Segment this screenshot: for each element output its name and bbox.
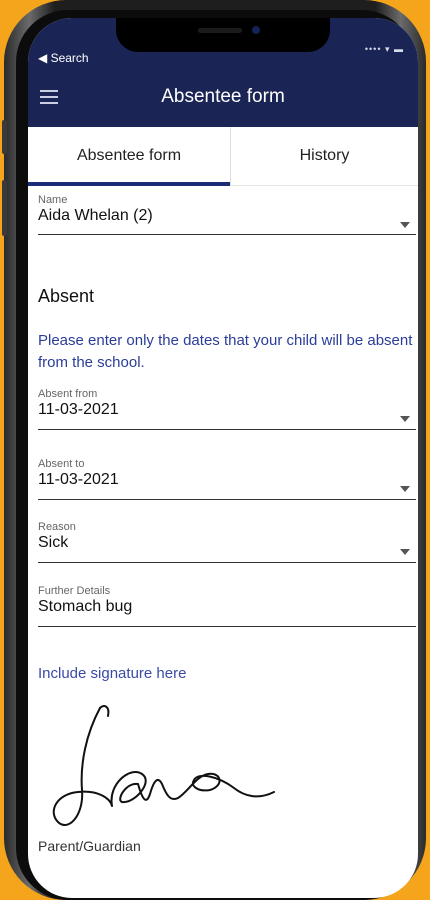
parent-guardian-label: Parent/Guardian (38, 838, 141, 854)
signature-stroke (99, 705, 110, 717)
speaker-grille (198, 28, 242, 33)
signature-stroke (52, 707, 275, 826)
reason-select[interactable]: Reason Sick (38, 521, 416, 563)
section-title: Absent (38, 286, 95, 306)
tab-bar: Absentee form History (28, 127, 418, 186)
screen: ◀ Search •••• ▾ ▬ Absentee form Absentee… (28, 18, 418, 898)
instruction-text: Please enter only the dates that your ch… (38, 332, 413, 371)
chevron-down-icon (400, 416, 410, 422)
tab-absentee-form[interactable]: Absentee form (28, 127, 231, 185)
field-underline (38, 234, 416, 235)
reason-value: Sick (38, 534, 69, 551)
back-to-search-link[interactable]: ◀ Search (38, 51, 89, 65)
signature-pad[interactable] (38, 694, 338, 854)
absent-to-value: 11-03-2021 (38, 471, 119, 488)
page-title: Absentee form (161, 86, 285, 107)
further-details-input[interactable]: Further Details Stomach bug (38, 585, 416, 627)
active-tab-indicator (28, 182, 230, 186)
reason-label: Reason (38, 521, 76, 533)
name-value: Aida Whelan (2) (38, 207, 153, 224)
notch (116, 18, 330, 52)
absent-from-value: 11-03-2021 (38, 401, 119, 418)
chevron-down-icon (400, 549, 410, 555)
side-button (2, 120, 7, 154)
status-indicators: •••• ▾ ▬ (364, 44, 404, 54)
field-underline (38, 562, 416, 563)
phone-frame: ◀ Search •••• ▾ ▬ Absentee form Absentee… (0, 0, 430, 900)
further-details-value: Stomach bug (38, 598, 133, 615)
chevron-down-icon (400, 486, 410, 492)
absent-from-label: Absent from (38, 388, 98, 400)
absent-to-select[interactable]: Absent to 11-03-2021 (38, 458, 416, 500)
name-select[interactable]: Name Aida Whelan (2) (38, 194, 416, 235)
name-label: Name (38, 194, 68, 206)
field-underline (38, 626, 416, 627)
further-details-label: Further Details (38, 585, 111, 597)
front-camera (252, 26, 260, 34)
chevron-down-icon (400, 222, 410, 228)
side-button (2, 180, 7, 236)
absent-from-select[interactable]: Absent from 11-03-2021 (38, 388, 416, 430)
field-underline (38, 429, 416, 430)
absent-to-label: Absent to (38, 458, 85, 470)
tab-history[interactable]: History (231, 127, 418, 185)
signature-prompt: Include signature here (38, 665, 187, 682)
field-underline (38, 499, 416, 500)
